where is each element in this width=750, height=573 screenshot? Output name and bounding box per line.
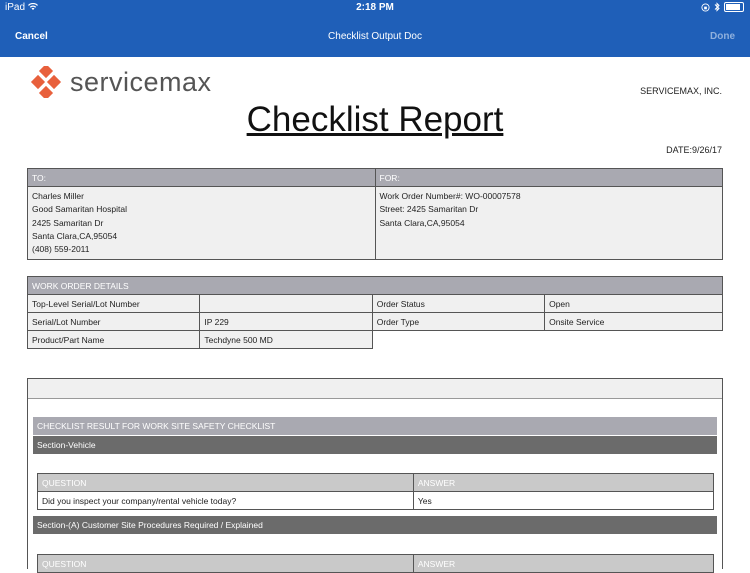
to-address: Charles Miller Good Samaritan Hospital 2…	[27, 185, 376, 261]
to-line: (408) 559-2011	[32, 244, 90, 255]
to-line: Charles Miller	[32, 191, 84, 201]
address-table: TO: FOR: Charles Miller Good Samaritan H…	[27, 168, 723, 261]
servicemax-logo: servicemax	[30, 66, 212, 98]
checklist-title: CHECKLIST RESULT FOR WORK SITE SAFETY CH…	[33, 417, 717, 435]
report-title: Checklist Report	[246, 100, 504, 139]
done-button[interactable]: Done	[710, 31, 735, 42]
table-row: Serial/Lot Number IP 229 Order Type Onsi…	[26, 312, 723, 331]
work-order-header-row: WORK ORDER DETAILS	[27, 276, 723, 295]
for-line: Street: 2425 Samaritan Dr	[379, 204, 479, 215]
navigation-bar: Cancel Checklist Output Doc Done	[0, 16, 750, 57]
empty-cell	[372, 330, 723, 349]
logo-mark-icon	[30, 66, 62, 98]
answer-header: ANSWER	[412, 473, 715, 492]
table-row: Product/Part Name Techdyne 500 MD	[26, 330, 723, 349]
to-label: TO:	[27, 168, 376, 187]
checklist-container-header	[28, 379, 722, 399]
question-cell: Did you inspect your company/rental vehi…	[37, 491, 414, 510]
nav-title: Checklist Output Doc	[328, 31, 422, 42]
for-address: Work Order Number#: WO-00007578 Street: …	[374, 185, 723, 261]
to-line: Good Samaritan Hospital	[32, 204, 127, 215]
answer-header: ANSWER	[412, 554, 715, 573]
logo-text: servicemax	[70, 66, 212, 97]
clock: 2:18 PM	[356, 2, 394, 13]
table-cell: Top-Level Serial/Lot Number	[26, 294, 201, 313]
table-cell: Product/Part Name	[26, 330, 201, 349]
for-line: Santa Clara,CA,95054	[379, 217, 465, 228]
table-cell: Open	[544, 294, 723, 313]
address-body-row: Charles Miller Good Samaritan Hospital 2…	[27, 185, 723, 261]
answer-cell: Yes	[412, 491, 715, 510]
to-line: 2425 Samaritan Dr	[32, 217, 104, 228]
table-cell: Onsite Service	[544, 312, 723, 331]
table-cell: Order Status	[371, 294, 546, 313]
work-order-details-table: WORK ORDER DETAILS Top-Level Serial/Lot …	[26, 276, 723, 349]
status-icons	[701, 2, 744, 12]
table-cell: Order Type	[371, 312, 546, 331]
table-cell	[199, 294, 373, 313]
table-row: Top-Level Serial/Lot Number Order Status…	[26, 294, 723, 313]
table-cell: Techdyne 500 MD	[199, 330, 373, 349]
table-cell: IP 229	[199, 312, 373, 331]
bluetooth-icon	[714, 2, 720, 12]
for-label: FOR:	[374, 168, 723, 187]
question-header: QUESTION	[37, 473, 414, 492]
work-order-title: WORK ORDER DETAILS	[27, 276, 723, 295]
checklist-container: CHECKLIST RESULT FOR WORK SITE SAFETY CH…	[27, 378, 723, 573]
to-line: Santa Clara,CA,95054	[32, 230, 118, 241]
address-header-row: TO: FOR:	[27, 168, 723, 187]
report-date: DATE:9/26/17	[666, 145, 722, 155]
battery-icon	[724, 2, 744, 12]
customer-site-questions-table: QUESTION ANSWER	[37, 554, 715, 573]
table-cell: Serial/Lot Number	[26, 312, 201, 331]
question-header: QUESTION	[37, 554, 414, 573]
company-name: SERVICEMAX, INC.	[640, 86, 722, 96]
table-row: Did you inspect your company/rental vehi…	[37, 491, 715, 510]
orientation-lock-icon	[701, 2, 710, 12]
section-header-vehicle: Section-Vehicle	[33, 436, 717, 454]
vehicle-questions-table: QUESTION ANSWER Did you inspect your com…	[37, 473, 715, 510]
qa-header-row: QUESTION ANSWER	[37, 554, 715, 573]
section-header-customer-site: Section-(A) Customer Site Procedures Req…	[33, 516, 717, 534]
for-line: Work Order Number#: WO-00007578	[379, 191, 521, 201]
status-bar: iPad 2:18 PM	[0, 0, 750, 16]
qa-header-row: QUESTION ANSWER	[37, 473, 715, 492]
